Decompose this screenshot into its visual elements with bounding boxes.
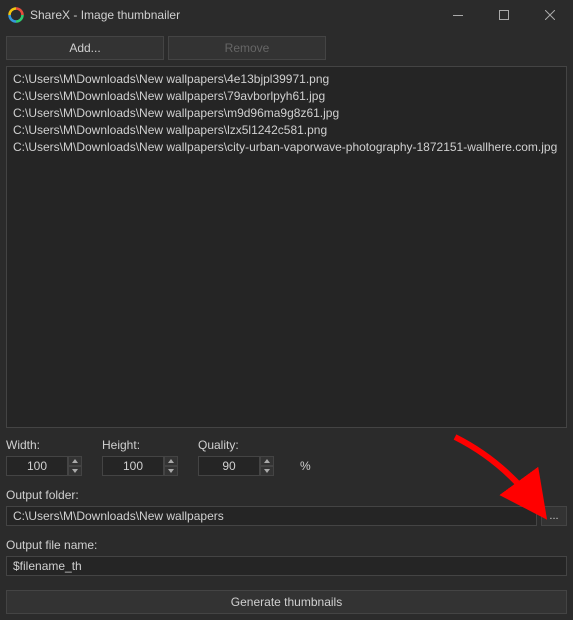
quality-spinner[interactable]	[198, 456, 274, 476]
quality-label: Quality:	[198, 438, 274, 452]
list-item[interactable]: C:\Users\M\Downloads\New wallpapers\lzx5…	[13, 122, 560, 139]
width-label: Width:	[6, 438, 82, 452]
output-filename-input[interactable]	[6, 556, 567, 576]
window-controls	[435, 0, 573, 30]
maximize-button[interactable]	[481, 0, 527, 30]
width-input[interactable]	[6, 456, 68, 476]
list-item[interactable]: C:\Users\M\Downloads\New wallpapers\79av…	[13, 88, 560, 105]
list-item[interactable]: C:\Users\M\Downloads\New wallpapers\city…	[13, 139, 560, 156]
output-folder-input[interactable]	[6, 506, 537, 526]
remove-button[interactable]: Remove	[168, 36, 326, 60]
output-filename-label: Output file name:	[6, 538, 567, 552]
app-icon	[8, 7, 24, 23]
add-button[interactable]: Add...	[6, 36, 164, 60]
height-spinner[interactable]	[102, 456, 178, 476]
width-down-button[interactable]	[68, 466, 82, 476]
window-title: ShareX - Image thumbnailer	[30, 8, 435, 22]
quality-input[interactable]	[198, 456, 260, 476]
height-down-button[interactable]	[164, 466, 178, 476]
file-list[interactable]: C:\Users\M\Downloads\New wallpapers\4e13…	[6, 66, 567, 428]
titlebar: ShareX - Image thumbnailer	[0, 0, 573, 30]
quality-up-button[interactable]	[260, 456, 274, 466]
quality-unit: %	[300, 459, 311, 473]
output-folder-label: Output folder:	[6, 488, 567, 502]
browse-folder-button[interactable]: ...	[541, 506, 567, 526]
list-item[interactable]: C:\Users\M\Downloads\New wallpapers\4e13…	[13, 71, 560, 88]
width-spinner[interactable]	[6, 456, 82, 476]
list-item[interactable]: C:\Users\M\Downloads\New wallpapers\m9d9…	[13, 105, 560, 122]
width-up-button[interactable]	[68, 456, 82, 466]
height-up-button[interactable]	[164, 456, 178, 466]
close-button[interactable]	[527, 0, 573, 30]
height-input[interactable]	[102, 456, 164, 476]
quality-down-button[interactable]	[260, 466, 274, 476]
generate-thumbnails-button[interactable]: Generate thumbnails	[6, 590, 567, 614]
height-label: Height:	[102, 438, 178, 452]
minimize-button[interactable]	[435, 0, 481, 30]
